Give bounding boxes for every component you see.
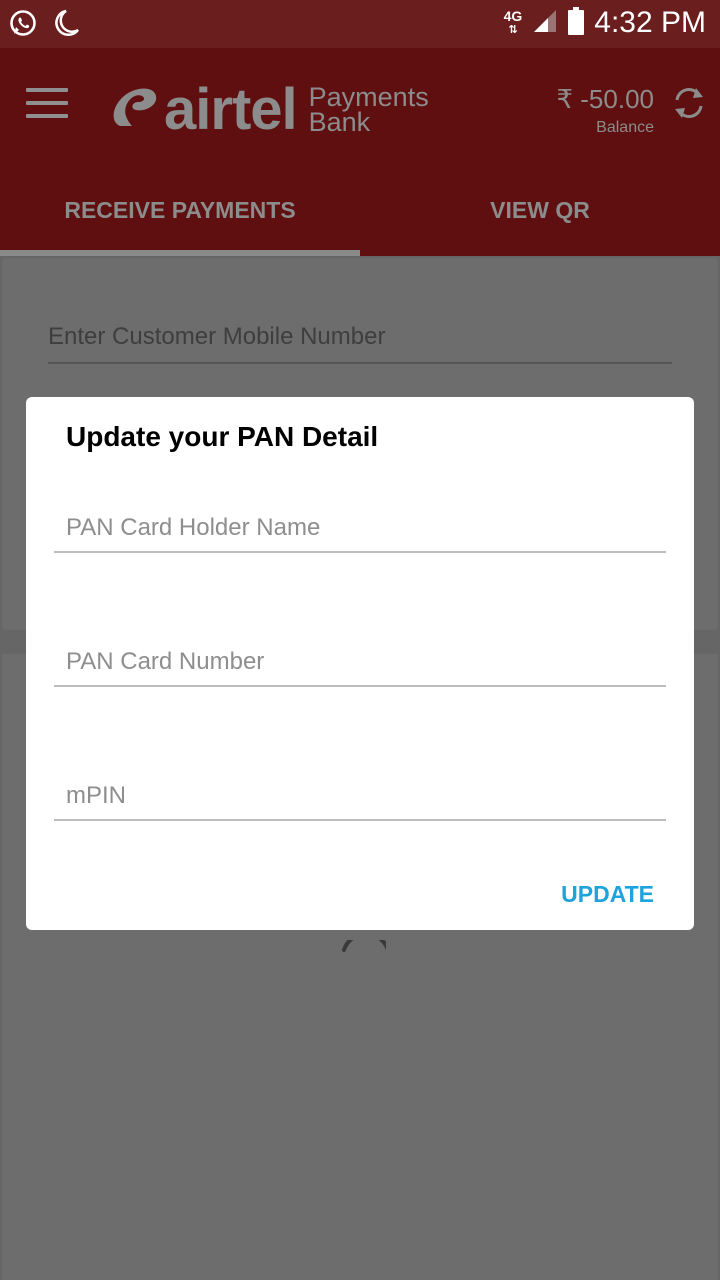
brand-subtitle: Payments Bank: [308, 83, 429, 137]
battery-icon: [568, 6, 585, 40]
tab-receive-payments[interactable]: RECEIVE PAYMENTS: [0, 184, 360, 252]
clock: 4:32 PM: [594, 6, 706, 39]
whatsapp-icon: [8, 8, 38, 43]
update-button[interactable]: UPDATE: [561, 881, 654, 908]
tab-view-qr[interactable]: VIEW QR: [360, 184, 720, 252]
tab-indicator: [0, 250, 360, 256]
airtel-logo-icon: [110, 82, 158, 137]
brand-subtitle-line2: Bank: [308, 106, 371, 137]
loading-spinner-icon: [336, 931, 392, 990]
mpin-field[interactable]: [54, 777, 666, 821]
moon-icon: [52, 8, 80, 43]
pan-update-dialog: Update your PAN Detail UPDATE: [26, 397, 694, 930]
pan-number-field[interactable]: [54, 643, 666, 687]
status-left: [8, 8, 80, 43]
pan-holder-name-field[interactable]: [54, 509, 666, 553]
dialog-title: Update your PAN Detail: [66, 421, 379, 452]
menu-icon[interactable]: [26, 88, 68, 118]
balance-display: ₹ -50.00 Balance: [557, 84, 655, 137]
brand-name: airtel: [164, 77, 298, 142]
network-type: 4G ⇅: [503, 8, 523, 36]
refresh-icon[interactable]: [672, 84, 706, 127]
airtel-logo: airtel Payments Bank: [110, 76, 429, 143]
status-bar: 4G ⇅ 4:32 PM: [0, 0, 720, 48]
tab-bar: RECEIVE PAYMENTS VIEW QR: [0, 184, 720, 256]
customer-mobile-input[interactable]: Enter Customer Mobile Number: [48, 320, 672, 364]
balance-amount: ₹ -50.00: [556, 84, 655, 114]
signal-icon: [532, 8, 558, 39]
status-right: 4G ⇅ 4:32 PM: [504, 6, 706, 40]
app-bar: airtel Payments Bank ₹ -50.00 Balance RE…: [0, 48, 720, 256]
balance-label: Balance: [596, 119, 654, 136]
